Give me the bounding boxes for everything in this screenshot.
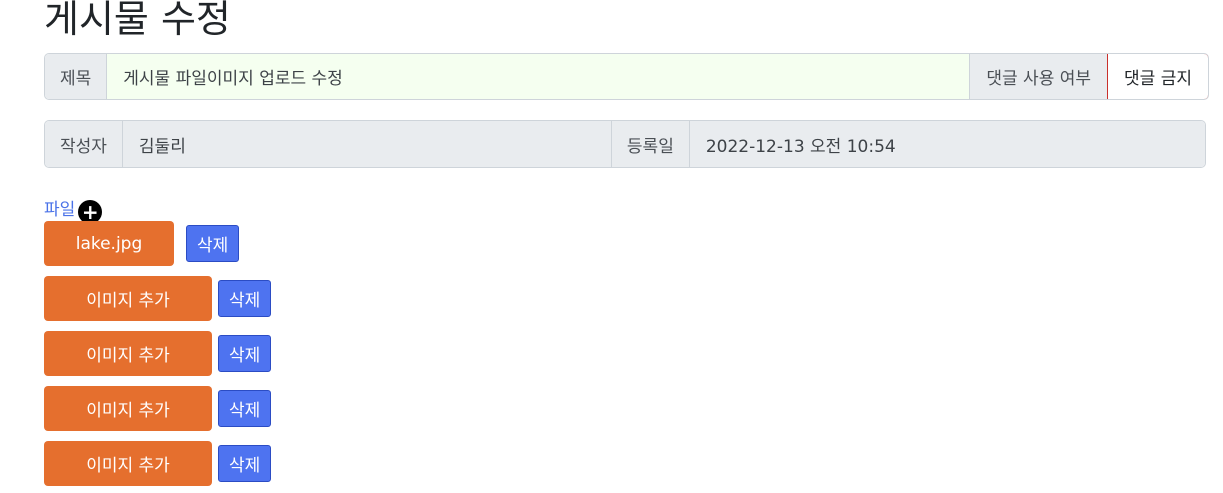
file-item: lake.jpg 삭제 — [44, 221, 240, 266]
file-button[interactable]: 이미지 추가 — [44, 276, 212, 321]
file-button[interactable]: 이미지 추가 — [44, 441, 212, 486]
file-item: 이미지 추가 삭제 — [44, 276, 272, 321]
comment-setting-select[interactable]: 댓글 금지 — [1107, 54, 1208, 99]
file-item: 이미지 추가 삭제 — [44, 441, 272, 486]
comment-setting-label: 댓글 사용 여부 — [969, 54, 1108, 99]
date-label: 등록일 — [611, 121, 690, 167]
date-value: 2022-12-13 오전 10:54 — [689, 121, 1205, 167]
file-section-label: 파일 + — [44, 190, 103, 224]
file-button[interactable]: 이미지 추가 — [44, 331, 212, 376]
file-item: 이미지 추가 삭제 — [44, 386, 272, 431]
author-value: 김둘리 — [122, 121, 612, 167]
file-button[interactable]: lake.jpg — [44, 221, 174, 266]
delete-button[interactable]: 삭제 — [218, 335, 272, 372]
author-label: 작성자 — [45, 121, 123, 167]
file-label-text: 파일 — [44, 199, 76, 220]
title-input[interactable] — [107, 54, 970, 99]
title-label: 제목 — [45, 54, 108, 99]
delete-button[interactable]: 삭제 — [218, 390, 272, 427]
delete-button[interactable]: 삭제 — [218, 280, 272, 317]
delete-button[interactable]: 삭제 — [186, 225, 240, 262]
title-row: 제목 댓글 사용 여부 댓글 금지 — [44, 53, 1209, 100]
page-title: 게시물 수정 — [44, 0, 231, 41]
file-item: 이미지 추가 삭제 — [44, 331, 272, 376]
delete-button[interactable]: 삭제 — [218, 445, 272, 482]
file-button[interactable]: 이미지 추가 — [44, 386, 212, 431]
meta-row: 작성자 김둘리 등록일 2022-12-13 오전 10:54 — [44, 120, 1206, 168]
